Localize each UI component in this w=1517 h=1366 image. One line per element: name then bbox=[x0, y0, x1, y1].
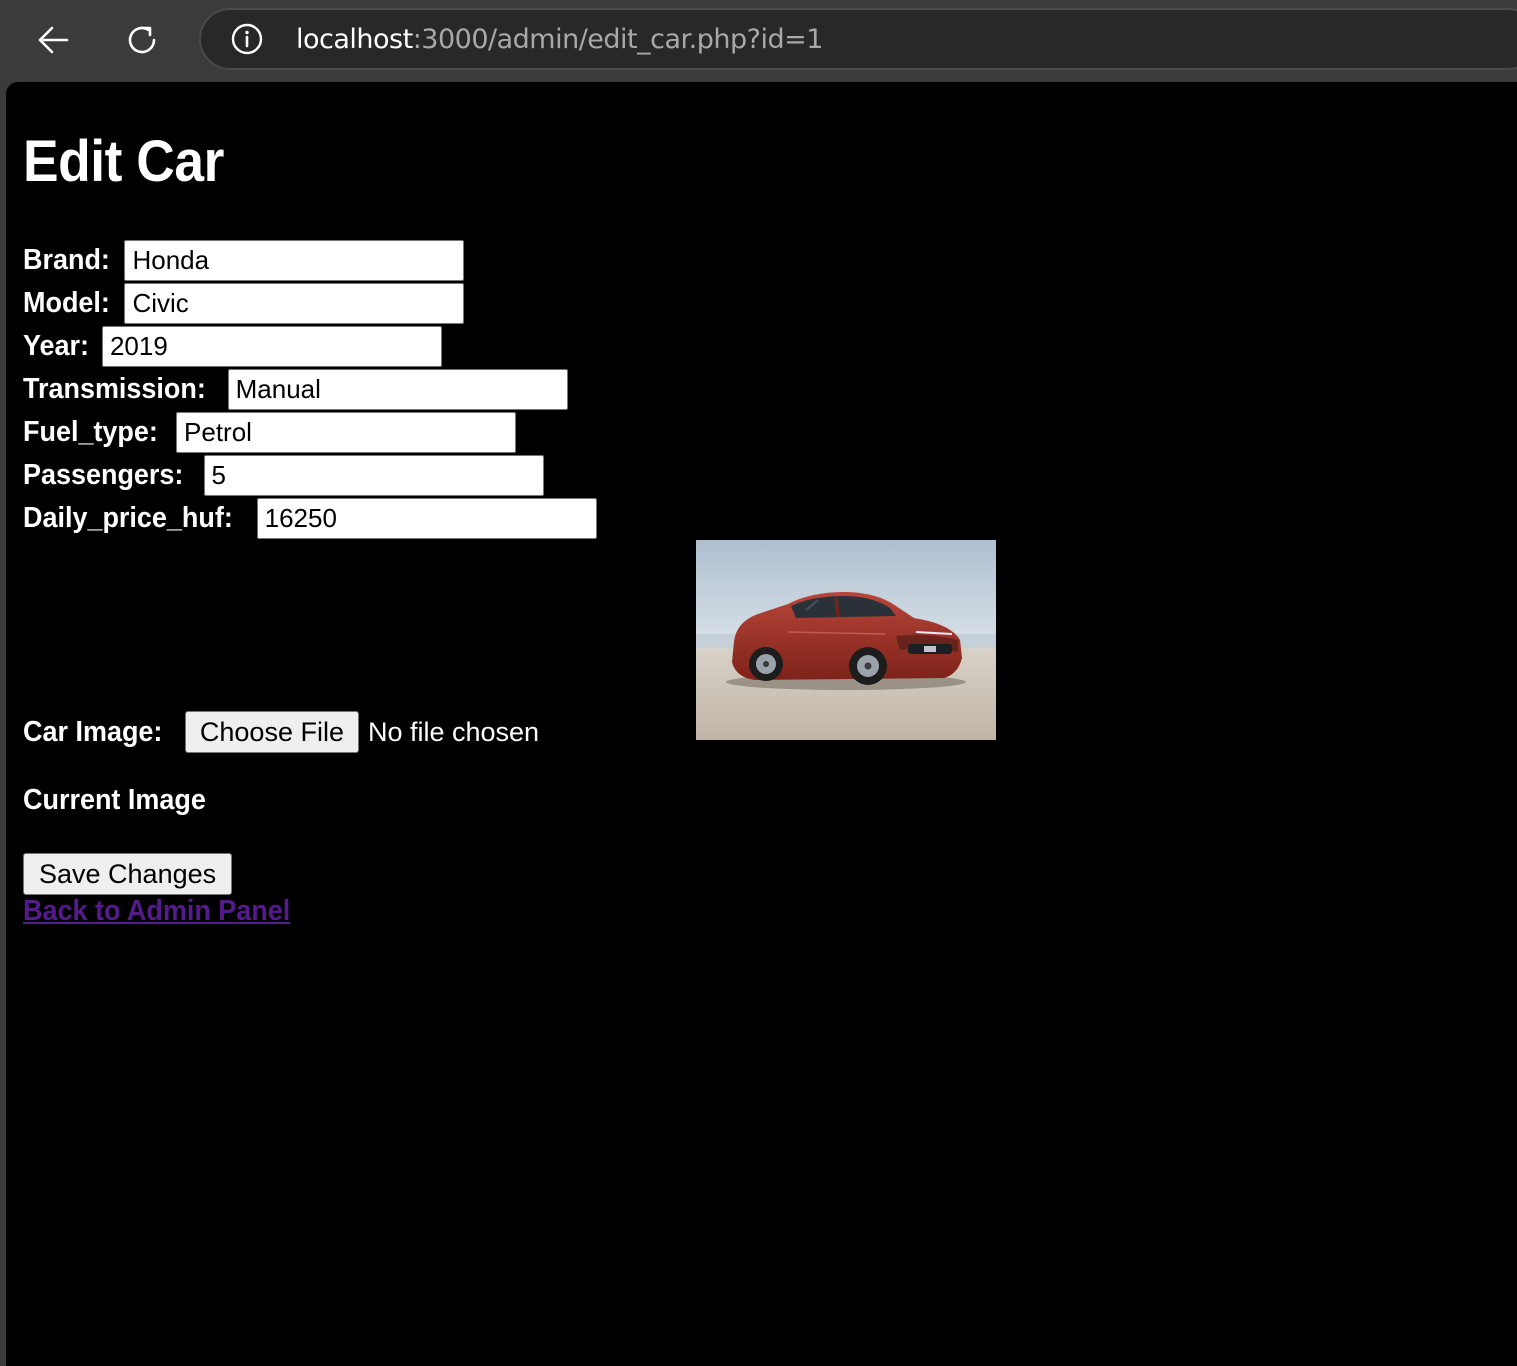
url-text[interactable]: localhost:3000/admin/edit_car.php?id=1 bbox=[296, 24, 823, 56]
arrow-left-icon bbox=[38, 26, 69, 54]
passengers-field-row: Passengers: bbox=[23, 454, 544, 497]
transmission-input[interactable] bbox=[227, 369, 568, 410]
daily-price-label: Daily_price_huf: bbox=[23, 502, 233, 534]
passengers-label: Passengers: bbox=[23, 459, 184, 491]
transmission-field-row: Transmission: bbox=[23, 368, 568, 411]
year-label: Year: bbox=[23, 330, 89, 362]
fuel-type-label: Fuel_type: bbox=[23, 416, 158, 448]
daily-price-input[interactable] bbox=[256, 498, 597, 539]
car-image-field-row: Car Image: Choose File No file chosen bbox=[23, 710, 539, 754]
passengers-input[interactable] bbox=[203, 455, 544, 496]
url-path: :3000/admin/edit_car.php?id=1 bbox=[412, 24, 824, 55]
save-changes-button[interactable]: Save Changes bbox=[23, 853, 233, 895]
daily-price-field-row: Daily_price_huf: bbox=[23, 497, 597, 540]
fuel-type-input[interactable] bbox=[176, 412, 517, 453]
page-viewport: Edit Car Brand: Model: Year: Transmissio… bbox=[6, 82, 1517, 1366]
back-to-admin-link[interactable]: Back to Admin Panel bbox=[23, 895, 290, 928]
address-bar[interactable]: localhost:3000/admin/edit_car.php?id=1 bbox=[199, 8, 1517, 70]
current-car-image bbox=[696, 540, 996, 740]
choose-file-button[interactable]: Choose File bbox=[184, 711, 359, 753]
fuel-type-field-row: Fuel_type: bbox=[23, 411, 517, 454]
page-title: Edit Car bbox=[23, 129, 224, 194]
model-input[interactable] bbox=[124, 283, 465, 324]
brand-label: Brand: bbox=[23, 244, 110, 276]
model-label: Model: bbox=[23, 287, 110, 319]
file-status-text: No file chosen bbox=[367, 716, 540, 747]
model-field-row: Model: bbox=[23, 282, 465, 325]
reload-icon bbox=[128, 26, 156, 54]
info-icon[interactable] bbox=[231, 23, 263, 55]
back-button[interactable] bbox=[27, 14, 79, 66]
browser-toolbar: localhost:3000/admin/edit_car.php?id=1 bbox=[0, 0, 1517, 82]
year-input[interactable] bbox=[101, 326, 442, 367]
year-field-row: Year: bbox=[23, 325, 442, 368]
transmission-label: Transmission: bbox=[23, 373, 206, 405]
car-image-label: Car Image: bbox=[23, 715, 163, 748]
brand-field-row: Brand: bbox=[23, 239, 465, 282]
brand-input[interactable] bbox=[124, 240, 465, 281]
current-image-label: Current Image bbox=[23, 784, 206, 816]
reload-button[interactable] bbox=[116, 14, 168, 66]
url-host: localhost bbox=[296, 24, 413, 55]
